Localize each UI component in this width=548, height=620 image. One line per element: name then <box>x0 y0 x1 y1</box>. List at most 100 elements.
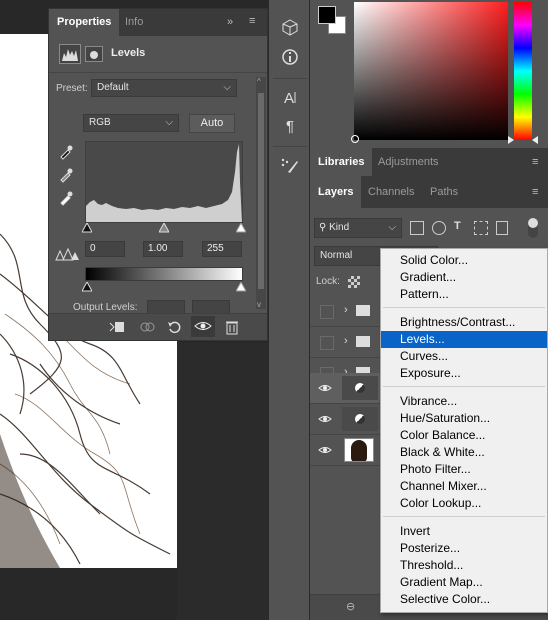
filter-type-icon[interactable]: T <box>454 220 468 236</box>
midtone-input-slider[interactable] <box>158 221 170 233</box>
trash-icon[interactable] <box>225 319 239 335</box>
menu-item-brightness-contrast[interactable]: Brightness/Contrast... <box>381 314 547 331</box>
info-icon[interactable] <box>277 48 303 70</box>
view-previous-state-icon[interactable] <box>139 320 155 334</box>
input-mid-field[interactable]: 1.00 <box>143 241 183 257</box>
clip-to-layer-icon[interactable] <box>109 320 125 334</box>
layer-filter-dropdown[interactable]: ⚲ Kind ⌵ <box>314 218 402 238</box>
blend-mode-value: Normal <box>320 250 353 261</box>
hue-slider[interactable] <box>514 2 532 140</box>
visibility-eye-icon[interactable] <box>318 412 332 426</box>
menu-item-hue-saturation[interactable]: Hue/Saturation... <box>381 410 547 427</box>
visibility-eye-icon[interactable] <box>318 443 332 457</box>
menu-item-exposure[interactable]: Exposure... <box>381 365 547 382</box>
black-point-eyedropper-icon[interactable] <box>58 144 74 160</box>
menu-item-photo-filter[interactable]: Photo Filter... <box>381 461 547 478</box>
foreground-color-swatch[interactable] <box>318 6 336 24</box>
input-white-field[interactable]: 255 <box>202 241 242 257</box>
lock-transparent-icon[interactable] <box>348 276 360 288</box>
divider <box>49 72 267 73</box>
menu-item-solid-color[interactable]: Solid Color... <box>381 252 547 269</box>
reset-icon[interactable] <box>167 320 183 334</box>
chevron-down-icon: ⌵ <box>223 82 231 93</box>
tab-layers[interactable]: Layers <box>310 176 362 208</box>
menu-item-vibrance[interactable]: Vibrance... <box>381 393 547 410</box>
visibility-eye-icon[interactable] <box>191 316 215 337</box>
filter-adjustment-icon[interactable] <box>432 221 446 235</box>
menu-item-black-white[interactable]: Black & White... <box>381 444 547 461</box>
group-expand-icon[interactable]: › <box>344 304 348 316</box>
gray-point-eyedropper-icon[interactable] <box>58 167 74 183</box>
character-icon[interactable]: A <box>277 88 303 110</box>
preset-value: Default <box>97 82 129 93</box>
output-gradient <box>85 267 243 281</box>
tab-paths[interactable]: Paths <box>422 176 466 208</box>
chevron-down-icon: ⌵ <box>388 222 396 233</box>
filter-toggle[interactable] <box>528 218 538 238</box>
search-icon: ⚲ <box>319 222 327 233</box>
panel-menu-icon[interactable]: ≡ <box>532 156 538 168</box>
menu-item-threshold[interactable]: Threshold... <box>381 557 547 574</box>
tab-libraries[interactable]: Libraries <box>310 148 373 176</box>
white-point-eyedropper-icon[interactable] <box>58 190 74 206</box>
adjustment-layer-menu: Solid Color... Gradient... Pattern... Br… <box>380 248 548 613</box>
white-output-slider[interactable] <box>235 280 247 292</box>
channel-value: RGB <box>89 117 111 128</box>
input-black-field[interactable]: 0 <box>85 241 125 257</box>
hue-slider-marker[interactable] <box>508 135 514 144</box>
menu-item-gradient[interactable]: Gradient... <box>381 269 547 286</box>
collapse-icon[interactable]: » <box>227 16 233 28</box>
tab-channels[interactable]: Channels <box>360 176 422 208</box>
menu-item-curves[interactable]: Curves... <box>381 348 547 365</box>
menu-item-posterize[interactable]: Posterize... <box>381 540 547 557</box>
filter-shape-icon[interactable] <box>474 221 488 235</box>
menu-item-invert[interactable]: Invert <box>381 523 547 540</box>
3d-icon[interactable] <box>277 18 303 40</box>
properties-panel: Properties Info » ≡ Levels Preset: Defau… <box>48 8 268 341</box>
paragraph-icon[interactable]: ¶ <box>277 116 303 138</box>
clipping-warning-icon[interactable] <box>55 247 79 261</box>
menu-item-color-lookup[interactable]: Color Lookup... <box>381 495 547 512</box>
menu-separator <box>383 307 545 308</box>
preset-label: Preset: <box>56 83 88 94</box>
brush-settings-icon[interactable] <box>277 156 303 178</box>
output-levels-label: Output Levels: <box>73 302 138 313</box>
histogram <box>85 141 243 223</box>
black-output-slider[interactable] <box>81 280 93 292</box>
color-panel <box>310 0 548 148</box>
tab-properties[interactable]: Properties <box>49 9 120 36</box>
adjustment-title: Levels <box>111 47 146 59</box>
visibility-eye-icon[interactable] <box>318 381 332 395</box>
menu-item-color-balance[interactable]: Color Balance... <box>381 427 547 444</box>
channel-dropdown[interactable]: RGB ⌵ <box>83 114 179 132</box>
divider <box>273 146 307 147</box>
chevron-down-icon: ⌵ <box>165 117 173 128</box>
panel-menu-icon[interactable]: ≡ <box>532 186 538 198</box>
menu-item-pattern[interactable]: Pattern... <box>381 286 547 303</box>
menu-item-levels[interactable]: Levels... <box>381 331 547 348</box>
tab-adjustments[interactable]: Adjustments <box>370 148 447 176</box>
visibility-off-icon[interactable] <box>320 305 334 319</box>
image-thumbnail <box>344 438 374 462</box>
filter-pixel-icon[interactable] <box>410 221 424 235</box>
link-icon[interactable]: ⊖ <box>346 600 355 613</box>
color-field[interactable] <box>351 2 508 143</box>
filter-smart-object-icon[interactable] <box>496 221 508 235</box>
preset-dropdown[interactable]: Default ⌵ <box>91 79 237 97</box>
auto-button[interactable]: Auto <box>189 114 235 133</box>
levels-histogram-icon <box>59 44 81 64</box>
white-input-slider[interactable] <box>235 221 247 233</box>
menu-item-gradient-map[interactable]: Gradient Map... <box>381 574 547 591</box>
black-input-slider[interactable] <box>81 221 93 233</box>
tab-info[interactable]: Info <box>117 9 151 36</box>
adjustment-thumbnail <box>342 376 378 400</box>
folder-icon <box>356 336 370 347</box>
filter-kind-label: Kind <box>329 222 350 233</box>
properties-scrollbar[interactable]: ^ v <box>256 77 266 309</box>
properties-tabbar: Properties Info » ≡ <box>49 9 267 36</box>
menu-item-selective-color[interactable]: Selective Color... <box>381 591 547 608</box>
visibility-off-icon[interactable] <box>320 336 334 350</box>
group-expand-icon[interactable]: › <box>344 335 348 347</box>
panel-menu-icon[interactable]: ≡ <box>249 15 255 27</box>
menu-item-channel-mixer[interactable]: Channel Mixer... <box>381 478 547 495</box>
